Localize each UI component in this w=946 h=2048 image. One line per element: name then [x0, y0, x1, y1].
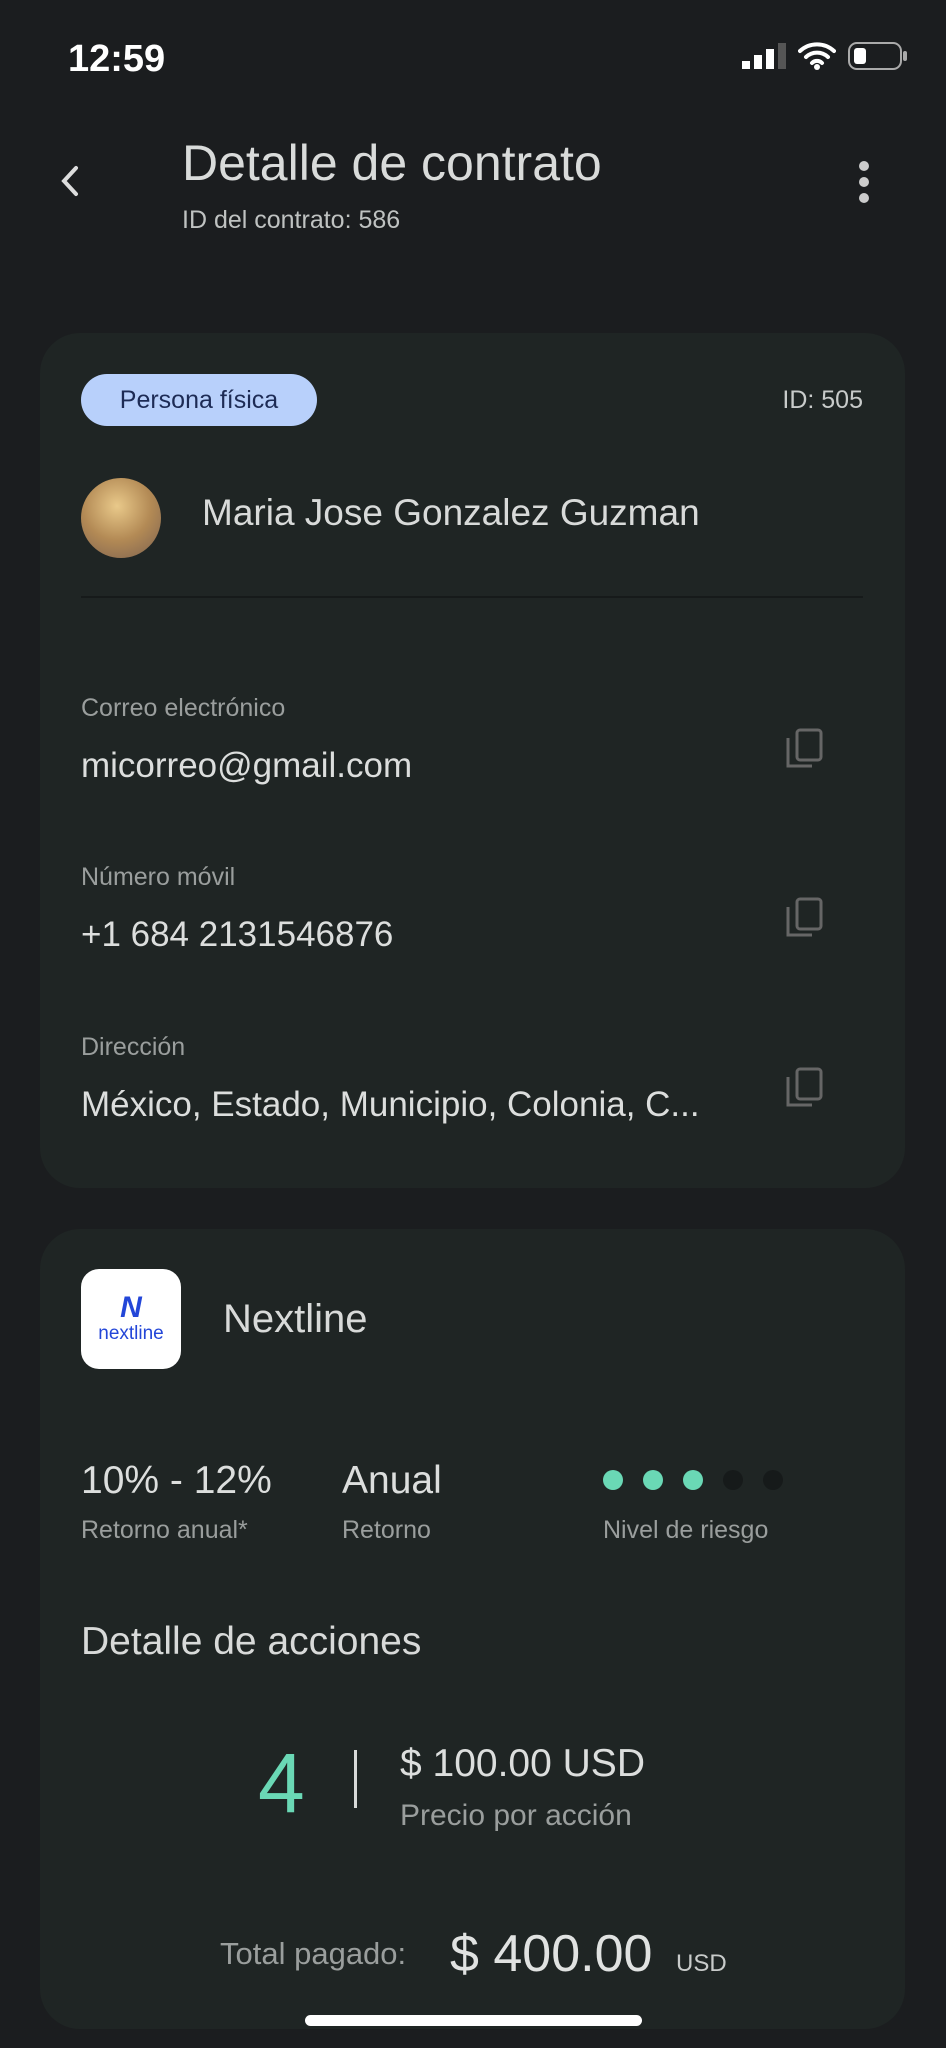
return-period: Anual — [342, 1459, 442, 1502]
shares-title: Detalle de acciones — [81, 1620, 422, 1663]
wifi-icon — [798, 42, 836, 70]
person-type-badge: Persona física — [81, 374, 317, 426]
risk-dot-filled — [643, 1470, 663, 1490]
status-icons — [742, 42, 908, 70]
separator — [354, 1750, 357, 1808]
status-time: 12:59 — [68, 38, 166, 80]
return-range-label: Retorno anual* — [81, 1516, 248, 1544]
risk-dot-filled — [683, 1470, 703, 1490]
copy-phone-icon[interactable] — [785, 897, 823, 939]
page-title: Detalle de contrato — [182, 135, 602, 191]
client-name: Maria Jose Gonzalez Guzman — [202, 492, 700, 533]
home-indicator[interactable] — [305, 2015, 642, 2026]
company-logo: N nextline — [81, 1269, 181, 1369]
divider — [81, 596, 863, 598]
total-amount: $ 400.00 — [450, 1925, 653, 1983]
risk-label: Nivel de riesgo — [603, 1516, 769, 1544]
phone-value: +1 684 2131546876 — [81, 915, 394, 954]
share-price-label: Precio por acción — [400, 1799, 632, 1832]
return-period-label: Retorno — [342, 1516, 431, 1544]
logo-mark: N — [120, 1291, 142, 1324]
logo-text: nextline — [98, 1323, 164, 1344]
back-icon[interactable] — [58, 164, 82, 198]
copy-email-icon[interactable] — [785, 728, 823, 770]
more-options-icon[interactable] — [856, 160, 872, 204]
phone-label: Número móvil — [81, 863, 236, 891]
address-label: Dirección — [81, 1033, 186, 1061]
copy-address-icon[interactable] — [785, 1067, 823, 1109]
risk-dot-empty — [763, 1470, 783, 1490]
battery-icon — [848, 42, 907, 70]
total-label: Total pagado: — [220, 1936, 407, 1971]
email-value: micorreo@gmail.com — [81, 746, 413, 785]
avatar — [81, 478, 161, 558]
share-price: $ 100.00 USD — [400, 1742, 645, 1785]
address-value: México, Estado, Municipio, Colonia, C... — [81, 1085, 700, 1124]
return-range: 10% - 12% — [81, 1459, 272, 1502]
shares-count: 4 — [258, 1736, 305, 1830]
risk-dot-empty — [723, 1470, 743, 1490]
company-name: Nextline — [223, 1297, 368, 1341]
risk-dot-filled — [603, 1470, 623, 1490]
email-label: Correo electrónico — [81, 694, 286, 722]
client-id: ID: 505 — [782, 386, 863, 414]
total-currency: USD — [676, 1950, 727, 1977]
signal-icon — [742, 43, 786, 69]
contract-id: ID del contrato: 586 — [182, 206, 401, 234]
